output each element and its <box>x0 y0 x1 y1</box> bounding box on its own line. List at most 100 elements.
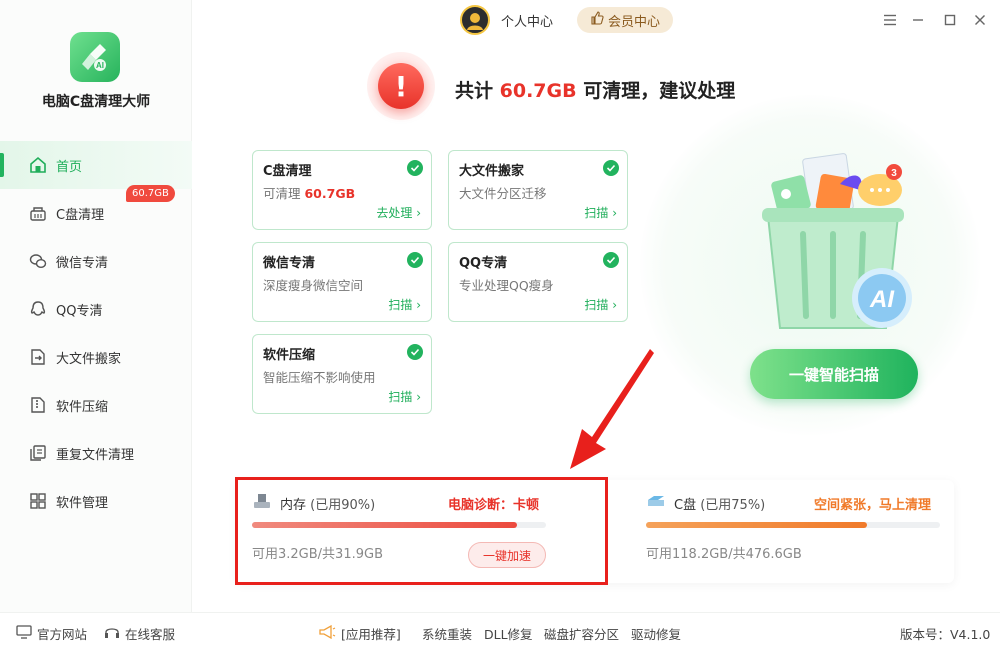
app-recommend-label: [应用推荐] <box>341 627 401 642</box>
footer-link-reinstall[interactable]: 系统重装 <box>422 624 472 643</box>
card-title: C盘清理 <box>263 164 312 179</box>
card-title: 大文件搬家 <box>459 164 525 179</box>
app-recommend-link[interactable]: [应用推荐] <box>318 624 401 643</box>
official-website-label: 官方网站 <box>37 627 88 642</box>
check-icon <box>407 160 423 176</box>
summary-suffix: 可清理，建议处理 <box>576 80 736 102</box>
disk-label: C盘 (已用75%) <box>674 494 765 513</box>
card-desc: 专业处理QQ瘦身 <box>459 278 554 293</box>
notification-count-label: 3 <box>891 168 897 179</box>
sidebar-nav: 首页 C盘清理 60.7GB 微信专清 QQ专清 大文件搬家 软件压缩 重复文件… <box>0 141 192 525</box>
summary-amount: 60.7GB <box>499 80 577 102</box>
footer-link-disk-expand[interactable]: 磁盘扩容分区 <box>544 624 619 643</box>
sidebar-item-duplicate[interactable]: 重复文件清理 <box>0 429 192 477</box>
qq-icon <box>28 299 48 319</box>
compress-icon <box>28 395 48 415</box>
trash-can-illustration: 3 AI <box>762 153 912 329</box>
monitor-icon <box>16 625 32 642</box>
sidebar-item-wechat[interactable]: 微信专清 <box>0 237 192 285</box>
sidebar-item-label: 重复文件清理 <box>56 447 135 463</box>
sidebar-item-label: 首页 <box>56 159 83 175</box>
online-service-link[interactable]: 在线客服 <box>104 624 175 643</box>
warning-icon: ! <box>367 52 435 120</box>
sidebar-item-compress[interactable]: 软件压缩 <box>0 381 192 429</box>
thumbs-up-icon <box>590 11 604 29</box>
duplicate-file-icon <box>28 443 48 463</box>
card-desc: 可清理 60.7GB <box>263 183 355 202</box>
memory-highlight-box <box>235 477 608 585</box>
user-avatar[interactable] <box>460 5 490 35</box>
file-move-icon <box>28 347 48 367</box>
minimize-icon[interactable] <box>908 10 928 30</box>
maximize-icon[interactable] <box>940 10 960 30</box>
red-arrow-annotation <box>570 349 654 469</box>
menu-icon[interactable] <box>880 10 900 30</box>
sidebar: AI 电脑C盘清理大师 首页 C盘清理 60.7GB 微信专清 QQ专清 大文件… <box>0 0 192 612</box>
disk-icon <box>646 494 666 514</box>
card-compress[interactable]: 软件压缩 智能压缩不影响使用 扫描 › <box>252 334 432 414</box>
cleanable-summary: 共计 60.7GB 可清理，建议处理 <box>455 76 735 103</box>
disk-usage-fill <box>646 522 867 528</box>
apps-icon <box>28 491 48 511</box>
summary-prefix: 共计 <box>455 80 500 102</box>
check-icon <box>603 252 619 268</box>
sidebar-item-label: 软件压缩 <box>56 399 109 415</box>
card-desc-prefix: 可清理 <box>263 186 305 201</box>
vip-center-label: 会员中心 <box>607 14 660 30</box>
card-desc: 智能压缩不影响使用 <box>263 370 376 385</box>
card-c-clean[interactable]: C盘清理 可清理 60.7GB 去处理 › <box>252 150 432 230</box>
megaphone-icon <box>318 624 336 642</box>
disk-usage-bar <box>646 522 940 528</box>
broom-logo-icon: AI <box>82 44 106 71</box>
card-qq[interactable]: QQ专清 专业处理QQ瘦身 扫描 › <box>448 242 628 322</box>
logo-ai-mark: AI <box>96 61 104 70</box>
sidebar-item-qq[interactable]: QQ专清 <box>0 285 192 333</box>
app-name: 电脑C盘清理大师 <box>41 94 151 110</box>
card-action-link[interactable]: 扫描 › <box>584 296 617 313</box>
home-icon <box>28 155 48 175</box>
sidebar-item-file-move[interactable]: 大文件搬家 <box>0 333 192 381</box>
sidebar-item-label: 大文件搬家 <box>56 351 122 367</box>
card-action-link[interactable]: 扫描 › <box>388 388 421 405</box>
broom-icon <box>28 203 48 223</box>
vip-center-button[interactable]: 会员中心 <box>577 7 673 33</box>
card-desc-value: 60.7GB <box>304 186 356 201</box>
cleanable-size-badge: 60.7GB <box>126 185 175 202</box>
check-icon <box>407 252 423 268</box>
close-icon[interactable] <box>970 10 990 30</box>
disk-detail: 可用118.2GB/共476.6GB <box>646 547 802 562</box>
card-file-move[interactable]: 大文件搬家 大文件分区迁移 扫描 › <box>448 150 628 230</box>
disk-used: (已用75%) <box>700 498 766 513</box>
footer-link-driver[interactable]: 驱动修复 <box>631 624 681 643</box>
sidebar-item-c-clean[interactable]: C盘清理 60.7GB <box>0 185 192 237</box>
smart-scan-button[interactable]: 一键智能扫描 <box>750 349 918 399</box>
sidebar-item-label: 软件管理 <box>56 495 109 511</box>
check-icon <box>407 344 423 360</box>
card-action-link[interactable]: 去处理 › <box>376 204 421 221</box>
card-action-link[interactable]: 扫描 › <box>584 204 617 221</box>
ai-badge-label: AI <box>869 286 895 313</box>
card-title: 微信专清 <box>263 256 316 271</box>
version-label: 版本号：V4.1.0 <box>900 627 991 642</box>
sidebar-item-label: QQ专清 <box>56 303 103 319</box>
official-website-link[interactable]: 官方网站 <box>16 624 87 643</box>
card-title: QQ专清 <box>459 256 508 271</box>
footer-link-dll[interactable]: DLL修复 <box>484 624 533 643</box>
disk-name: C盘 <box>674 498 697 513</box>
card-desc: 深度瘦身微信空间 <box>263 278 364 293</box>
sidebar-item-label: C盘清理 <box>56 207 105 223</box>
card-desc: 大文件分区迁移 <box>459 186 547 201</box>
check-icon <box>603 160 619 176</box>
disk-diagnosis: 空间紧张，马上清理 <box>814 498 932 513</box>
wechat-icon <box>28 251 48 271</box>
sidebar-item-home[interactable]: 首页 <box>0 141 192 189</box>
headset-icon <box>104 625 120 642</box>
sidebar-item-label: 微信专清 <box>56 255 109 271</box>
personal-center-link[interactable]: 个人中心 <box>501 11 553 30</box>
card-title: 软件压缩 <box>263 348 316 363</box>
footer: 官方网站 在线客服 [应用推荐] 系统重装 DLL修复 磁盘扩容分区 驱动修复 … <box>0 612 1000 650</box>
sidebar-item-software[interactable]: 软件管理 <box>0 477 192 525</box>
card-action-link[interactable]: 扫描 › <box>388 296 421 313</box>
card-wechat[interactable]: 微信专清 深度瘦身微信空间 扫描 › <box>252 242 432 322</box>
app-logo: AI <box>70 32 120 82</box>
